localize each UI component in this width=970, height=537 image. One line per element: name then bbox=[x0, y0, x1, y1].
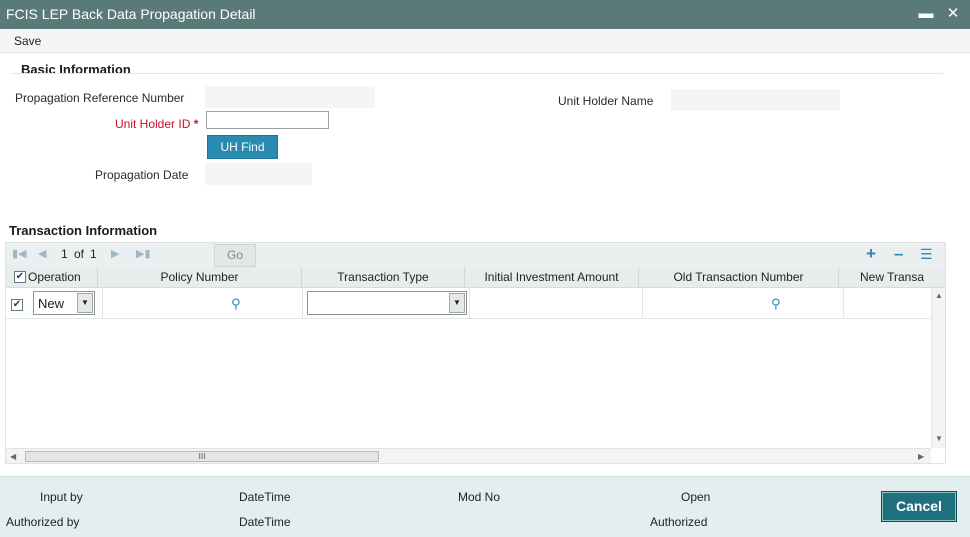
transaction-type-select[interactable]: ▼ bbox=[307, 291, 467, 315]
operation-cell: ✔ New ▼ bbox=[6, 288, 103, 319]
transaction-type-column-header[interactable]: Transaction Type bbox=[302, 267, 465, 288]
list-view-icon[interactable]: ☰ bbox=[920, 246, 933, 263]
scroll-left-icon[interactable]: ◀ bbox=[10, 452, 16, 461]
last-page-icon[interactable]: ▶▮ bbox=[136, 247, 151, 260]
pager-total-pages: 1 bbox=[90, 247, 97, 261]
chevron-down-icon: ▼ bbox=[77, 293, 93, 313]
vertical-scrollbar[interactable]: ▲ ▼ bbox=[931, 288, 945, 448]
operation-column-header[interactable]: ✔ Operation bbox=[6, 267, 98, 288]
window-titlebar: FCIS LEP Back Data Propagation Detail ▬ … bbox=[0, 0, 970, 29]
first-page-icon[interactable]: ▮◀ bbox=[12, 247, 27, 260]
policy-number-column-header[interactable]: Policy Number bbox=[98, 267, 302, 288]
uh-find-button[interactable]: UH Find bbox=[207, 135, 278, 159]
required-marker: * bbox=[193, 117, 199, 131]
delete-row-icon[interactable]: – bbox=[894, 244, 903, 264]
transaction-type-cell: ▼ bbox=[303, 288, 470, 319]
policy-number-cell[interactable]: ⚲ bbox=[103, 288, 303, 319]
grid-toolbar: ▮◀ ◀ 1 of 1 ▶ ▶▮ Go + – ☰ bbox=[6, 243, 945, 267]
save-menu-item[interactable]: Save bbox=[14, 34, 41, 48]
next-page-icon[interactable]: ▶ bbox=[111, 247, 119, 260]
initial-investment-amount-column-header[interactable]: Initial Investment Amount bbox=[465, 267, 639, 288]
previous-page-icon[interactable]: ◀ bbox=[38, 247, 46, 260]
search-icon[interactable]: ⚲ bbox=[771, 296, 781, 312]
minimize-icon[interactable]: ▬ bbox=[915, 3, 937, 25]
operation-select[interactable]: New ▼ bbox=[33, 291, 95, 315]
authorized-by-label: Authorized by bbox=[6, 515, 80, 529]
propagation-reference-label: Propagation Reference Number bbox=[15, 91, 185, 105]
unit-holder-id-label-text: Unit Holder ID bbox=[115, 117, 191, 131]
new-transaction-number-cell[interactable] bbox=[844, 288, 931, 319]
menu-bar: Save bbox=[0, 29, 970, 53]
propagation-date-field bbox=[205, 163, 312, 185]
authorized-datetime-label: DateTime bbox=[239, 515, 291, 529]
operation-column-label: Operation bbox=[28, 270, 81, 284]
horizontal-scrollbar[interactable]: ◀ III ▶ bbox=[6, 448, 931, 463]
unit-holder-name-label: Unit Holder Name bbox=[558, 94, 654, 108]
horizontal-scroll-thumb[interactable]: III bbox=[25, 451, 379, 462]
grid-header-row: ✔ Operation Policy Number Transaction Ty… bbox=[6, 267, 945, 288]
section-divider bbox=[10, 73, 943, 74]
new-transaction-number-column-header[interactable]: New Transa bbox=[839, 267, 945, 288]
operation-select-value: New bbox=[38, 296, 65, 311]
table-row: ✔ New ▼ ⚲ ▼ ⚲ bbox=[6, 288, 931, 319]
input-datetime-label: DateTime bbox=[239, 490, 291, 504]
basic-information-heading: Basic Information bbox=[21, 62, 131, 77]
audit-footer: Input by Authorized by DateTime DateTime… bbox=[0, 476, 970, 537]
authorized-status-label: Authorized bbox=[650, 515, 708, 529]
old-transaction-number-column-header[interactable]: Old Transaction Number bbox=[639, 267, 839, 288]
open-status-label: Open bbox=[681, 490, 711, 504]
add-row-icon[interactable]: + bbox=[866, 244, 876, 264]
transaction-information-heading: Transaction Information bbox=[9, 223, 158, 238]
propagation-reference-field bbox=[205, 86, 375, 108]
scroll-down-icon[interactable]: ▼ bbox=[935, 434, 943, 443]
search-icon[interactable]: ⚲ bbox=[231, 296, 241, 312]
mod-no-label: Mod No bbox=[458, 490, 501, 504]
pager-current-page: 1 bbox=[61, 247, 68, 261]
scroll-up-icon[interactable]: ▲ bbox=[935, 291, 943, 300]
transaction-grid: ▮◀ ◀ 1 of 1 ▶ ▶▮ Go + – ☰ ✔ Operation Po… bbox=[5, 242, 946, 464]
initial-investment-amount-cell[interactable] bbox=[470, 288, 643, 319]
unit-holder-id-label: Unit Holder ID * bbox=[115, 117, 198, 131]
pager-of-label: of bbox=[74, 247, 85, 261]
old-transaction-number-cell[interactable]: ⚲ bbox=[643, 288, 844, 319]
close-icon[interactable]: ✕ bbox=[942, 3, 964, 25]
unit-holder-id-input[interactable] bbox=[206, 111, 329, 129]
propagation-date-label: Propagation Date bbox=[95, 168, 189, 182]
row-select-checkbox[interactable]: ✔ bbox=[11, 299, 23, 311]
chevron-down-icon: ▼ bbox=[449, 293, 465, 313]
scroll-right-icon[interactable]: ▶ bbox=[918, 452, 924, 461]
go-button[interactable]: Go bbox=[214, 244, 256, 267]
cancel-button[interactable]: Cancel bbox=[881, 491, 957, 522]
window-title: FCIS LEP Back Data Propagation Detail bbox=[6, 6, 256, 22]
input-by-label: Input by bbox=[40, 490, 83, 504]
select-all-checkbox[interactable]: ✔ bbox=[14, 271, 26, 283]
unit-holder-name-field bbox=[671, 89, 840, 111]
